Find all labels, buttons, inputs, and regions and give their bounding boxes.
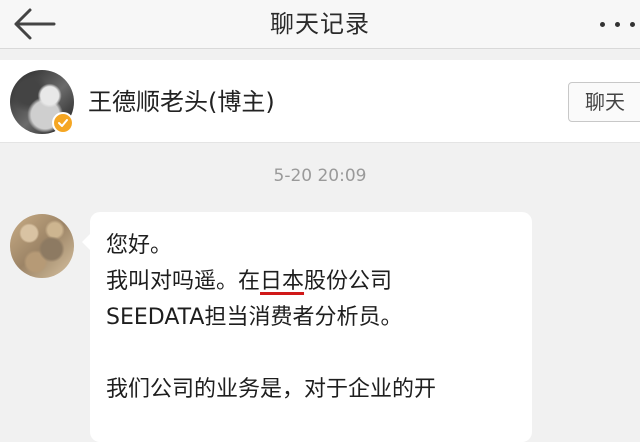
more-dots-icon[interactable] (596, 10, 640, 38)
contact-name[interactable]: 王德顺老头(博主) (88, 82, 275, 117)
contact-header: 王德顺老头(博主) 聊天 (0, 60, 640, 143)
page-title: 聊天记录 (270, 10, 370, 38)
message-bubble[interactable]: 您好。 我叫对吗遥。在日本股份公司 SEEDATA担当消费者分析员。 我们公司的… (82, 212, 532, 442)
message-text: 我叫对吗遥。在 (106, 269, 261, 294)
verified-badge-icon (52, 112, 74, 134)
message-line: 我们公司的业务是，对于企业的开 (106, 377, 437, 402)
message-line: 我叫对吗遥。在日本股份公司 (106, 264, 516, 300)
message-timestamp: 5-20 20:09 (273, 166, 367, 186)
message-text: 股份公司 (304, 269, 393, 294)
message-line: SEEDATA担当消费者分析员。 (106, 305, 403, 330)
underlined-text: 日本 (260, 269, 305, 294)
chat-button[interactable]: 聊天 (568, 82, 640, 122)
sender-avatar[interactable] (10, 214, 74, 278)
nav-bar: 聊天记录 (0, 0, 640, 49)
message-line: 您好。 (106, 233, 173, 258)
